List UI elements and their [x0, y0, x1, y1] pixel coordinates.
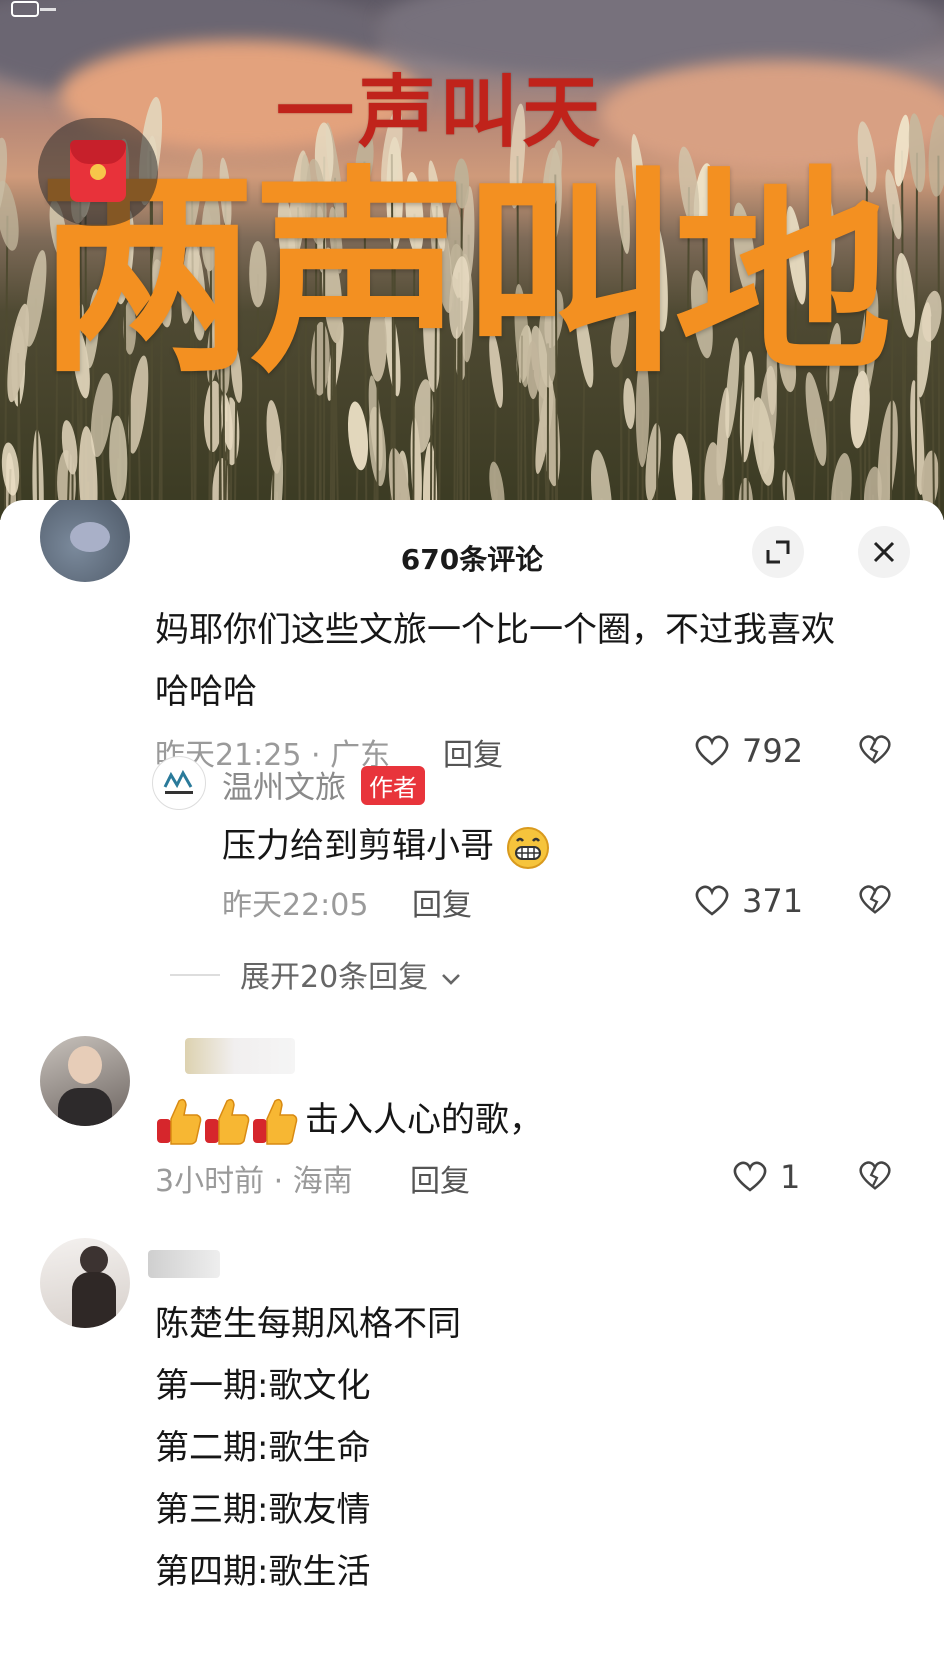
comment-line: 陈楚生每期风格不同 [155, 1304, 461, 1344]
chevron-down-icon [441, 973, 460, 985]
comment-line: 第一期:歌文化 [155, 1366, 371, 1406]
expand-icon [766, 540, 790, 564]
author-avatar[interactable] [152, 756, 206, 810]
thumbs-up-cuff [157, 1118, 171, 1143]
thumbs-up-hand [218, 1098, 250, 1145]
avatar-flower [70, 522, 110, 552]
reply-text: 压力给到剪辑小哥 [222, 818, 551, 871]
blurred-username[interactable] [185, 1038, 295, 1074]
grin-emoji-icon [506, 826, 549, 869]
avatar-figure-body [72, 1272, 116, 1328]
author-name[interactable]: 温州文旅 [222, 762, 346, 807]
avatar-body [58, 1088, 112, 1126]
thumbs-up-hand [266, 1098, 298, 1145]
like-button[interactable]: 1 [730, 1156, 810, 1196]
broken-heart-icon[interactable] [856, 880, 894, 918]
broken-heart-icon[interactable] [856, 1156, 894, 1194]
thumbs-up-cuff [205, 1118, 219, 1143]
heart-icon [695, 735, 729, 766]
avatar-figure-head [80, 1246, 108, 1274]
author-logo-icon [163, 769, 193, 794]
close-icon [873, 541, 895, 563]
divider [170, 974, 220, 976]
reply-button[interactable]: 回复 [410, 1156, 470, 1200]
author-badge: 作者 [361, 766, 425, 805]
video-title-line1: 一声叫天 [276, 68, 605, 158]
comment-text: 击入人心的歌， [155, 1092, 543, 1149]
reply-text-content: 压力给到剪辑小哥 [222, 826, 494, 866]
brand-logo-mark [11, 1, 56, 17]
reed-stem [914, 152, 919, 520]
expand-replies-button[interactable]: 展开20条回复 [240, 952, 464, 996]
blurred-username[interactable] [148, 1250, 220, 1278]
thumbs-up-hand [170, 1098, 202, 1145]
comments-sheet: 670条评论 妈耶你们这些文旅一个比一个圈，不过我喜欢 哈哈哈 昨天21:25 … [0, 500, 944, 1667]
comment-meta: 3小时前 · 海南 [155, 1164, 353, 1199]
reed-plume [0, 261, 4, 363]
reed-plume [896, 253, 916, 338]
avatar[interactable] [40, 1036, 130, 1126]
reed-stem [937, 155, 941, 520]
reply-meta: 昨天22:05 [222, 888, 369, 923]
video-title-line2: 两声叫地 [38, 149, 892, 402]
red-packet-button[interactable] [38, 118, 158, 226]
expand-replies-label: 展开20条回复 [240, 960, 429, 995]
comment-text-line2: 哈哈哈 [155, 672, 257, 712]
video-player[interactable]: 一声叫天 两声叫地 [0, 0, 944, 520]
comment-line: 第二期:歌生命 [155, 1428, 371, 1468]
comment-text-content: 击入人心的歌， [305, 1100, 543, 1140]
broken-heart-icon[interactable] [856, 730, 894, 768]
avatar[interactable] [40, 1238, 130, 1328]
reply-button[interactable]: 回复 [443, 730, 503, 774]
like-button[interactable]: 792 [692, 730, 812, 770]
comment-line: 第三期:歌友情 [155, 1490, 371, 1530]
like-count: 371 [742, 882, 804, 920]
reed-plume [266, 400, 282, 474]
reply-button[interactable]: 回复 [412, 880, 472, 924]
close-button[interactable] [858, 526, 910, 578]
heart-icon [733, 1161, 767, 1192]
avatar-face [68, 1046, 102, 1084]
thumbs-up-cuff [253, 1118, 267, 1143]
like-count: 1 [780, 1158, 801, 1196]
thumbs-up-icon [157, 1098, 298, 1145]
like-count: 792 [742, 732, 804, 770]
comment-text: 妈耶你们这些文旅一个比一个圈，不过我喜欢 [155, 610, 835, 650]
reed-plume [928, 114, 944, 197]
reed-plume [894, 114, 910, 187]
expand-button[interactable] [752, 526, 804, 578]
like-button[interactable]: 371 [692, 880, 812, 920]
heart-icon [695, 885, 729, 916]
comment-line: 第四期:歌生活 [155, 1552, 371, 1592]
reed-plume [908, 113, 926, 193]
red-packet-coin [90, 164, 106, 180]
